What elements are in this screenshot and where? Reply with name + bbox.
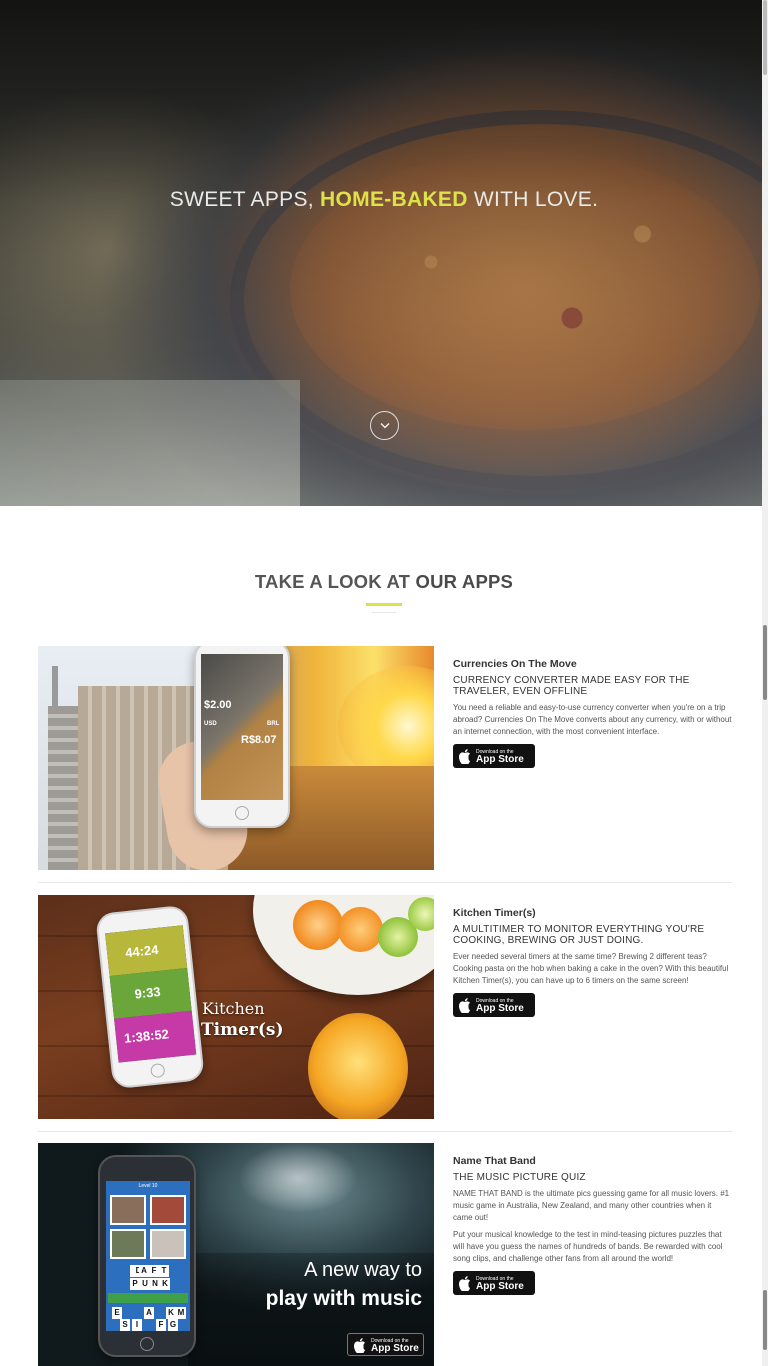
app-description-2: Put your musical knowledge to the test i…: [453, 1230, 723, 1263]
hint-bar[interactable]: [108, 1293, 188, 1303]
hero-headline: SWEET APPS, HOME-BAKED WITH LOVE.: [0, 188, 768, 212]
overlay-line-2: Timer(s): [201, 1020, 284, 1040]
headline-highlight: HOME-BAKED: [320, 188, 468, 211]
app-info-currencies: Currencies On The Move CURRENCY CONVERTE…: [453, 646, 733, 768]
app-store-button[interactable]: Download on the App Store: [453, 993, 535, 1017]
badge-big-text: App Store: [476, 1003, 524, 1014]
section-title: TAKE A LOOK AT OUR APPS: [0, 571, 768, 593]
overlay-line-1: Kitchen: [202, 999, 265, 1018]
letter-tile[interactable]: E: [112, 1307, 122, 1319]
app-tagline: THE MUSIC PICTURE QUIZ: [453, 1172, 586, 1183]
letter-tile[interactable]: M: [176, 1307, 186, 1319]
answer-tile[interactable]: U: [140, 1278, 150, 1290]
code-1: USD: [204, 721, 217, 727]
overlay-line-2: play with music: [265, 1287, 422, 1310]
badge-big-text: App Store: [371, 1342, 419, 1354]
app-store-button[interactable]: Download on the App Store: [453, 744, 535, 768]
level-label: Level 10: [138, 1183, 158, 1189]
headline-after: WITH LOVE.: [473, 188, 599, 211]
app-card-kitchen-timer: 44:24 9:33 1:38:52 Kitchen Timer(s) Kitc…: [38, 895, 732, 1132]
amount-1: $2.00: [204, 699, 232, 711]
apple-icon: [459, 998, 470, 1013]
app-description: You need a reliable and easy-to-use curr…: [453, 703, 732, 736]
image-app-store-badge[interactable]: Download on the App Store: [347, 1333, 424, 1356]
home-button: [150, 1062, 166, 1079]
answer-tile[interactable]: P: [130, 1278, 140, 1290]
orange-juice: [308, 1013, 408, 1119]
app-tagline: A MULTITIMER TO MONITOR EVERYTHING YOU'R…: [453, 924, 705, 946]
app-description: NAME THAT BAND is the ultimate pics gues…: [453, 1189, 730, 1222]
apple-icon: [354, 1337, 365, 1353]
title-underline: [366, 603, 402, 606]
letter-tile[interactable]: K: [166, 1307, 176, 1319]
headline-before: SWEET APPS,: [169, 188, 314, 211]
home-button: [235, 806, 249, 820]
apple-icon: [459, 749, 470, 764]
phone-mockup: 44:24 9:33 1:38:52: [95, 904, 205, 1090]
app-name: Name That Band: [453, 1155, 536, 1167]
app-card-name-that-band: Level 10 D A F T P U N K E A K M S: [38, 1143, 732, 1366]
app-card-currencies: $2.00 USD BRL R$8.07 Currencies On The M…: [38, 646, 732, 883]
answer-tile[interactable]: N: [150, 1278, 160, 1290]
letter-tile[interactable]: F: [156, 1319, 166, 1331]
app-info-name-that-band: Name That Band THE MUSIC PICTURE QUIZ NA…: [453, 1143, 733, 1295]
hero-banner: SWEET APPS, HOME-BAKED WITH LOVE.: [0, 0, 768, 506]
phone-mockup: Level 10 D A F T P U N K E A K M S: [98, 1155, 196, 1357]
app-tagline: CURRENCY CONVERTER MADE EASY FOR THE TRA…: [453, 675, 690, 697]
letter-tile[interactable]: S: [120, 1319, 130, 1331]
app-store-button[interactable]: Download on the App Store: [453, 1271, 535, 1295]
letter-tile[interactable]: A: [144, 1307, 154, 1319]
home-button: [140, 1337, 154, 1351]
answer-tile[interactable]: F: [149, 1265, 159, 1277]
badge-big-text: App Store: [476, 754, 524, 765]
section-title-bold: OUR APPS: [415, 571, 514, 592]
answer-tile[interactable]: A: [139, 1265, 149, 1277]
app-description: Ever needed several timers at the same t…: [453, 952, 729, 985]
app-image-kitchen-timer[interactable]: 44:24 9:33 1:38:52 Kitchen Timer(s): [38, 895, 434, 1119]
code-2: BRL: [267, 721, 280, 727]
app-name: Currencies On The Move: [453, 658, 577, 670]
chevron-down-icon: [379, 422, 390, 429]
section-title-light: TAKE A LOOK AT: [254, 571, 411, 592]
scroll-down-button[interactable]: [370, 411, 399, 440]
answer-tile[interactable]: K: [160, 1278, 170, 1290]
app-image-currencies[interactable]: $2.00 USD BRL R$8.07: [38, 646, 434, 870]
apple-icon: [459, 1276, 470, 1291]
overlay-line-1: A new way to: [304, 1259, 422, 1281]
letter-tile[interactable]: I: [132, 1319, 142, 1331]
badge-big-text: App Store: [476, 1281, 524, 1292]
amount-2: R$8.07: [241, 734, 277, 746]
letter-tile[interactable]: G: [168, 1319, 178, 1331]
timer-2: 9:33: [133, 983, 162, 1002]
page-scrollbar[interactable]: [762, 0, 768, 1366]
app-name: Kitchen Timer(s): [453, 907, 536, 919]
answer-tile[interactable]: T: [159, 1265, 169, 1277]
phone-mockup: $2.00 USD BRL R$8.07: [194, 646, 290, 828]
app-info-kitchen-timer: Kitchen Timer(s) A MULTITIMER TO MONITOR…: [453, 895, 733, 1017]
app-image-name-that-band[interactable]: Level 10 D A F T P U N K E A K M S: [38, 1143, 434, 1366]
